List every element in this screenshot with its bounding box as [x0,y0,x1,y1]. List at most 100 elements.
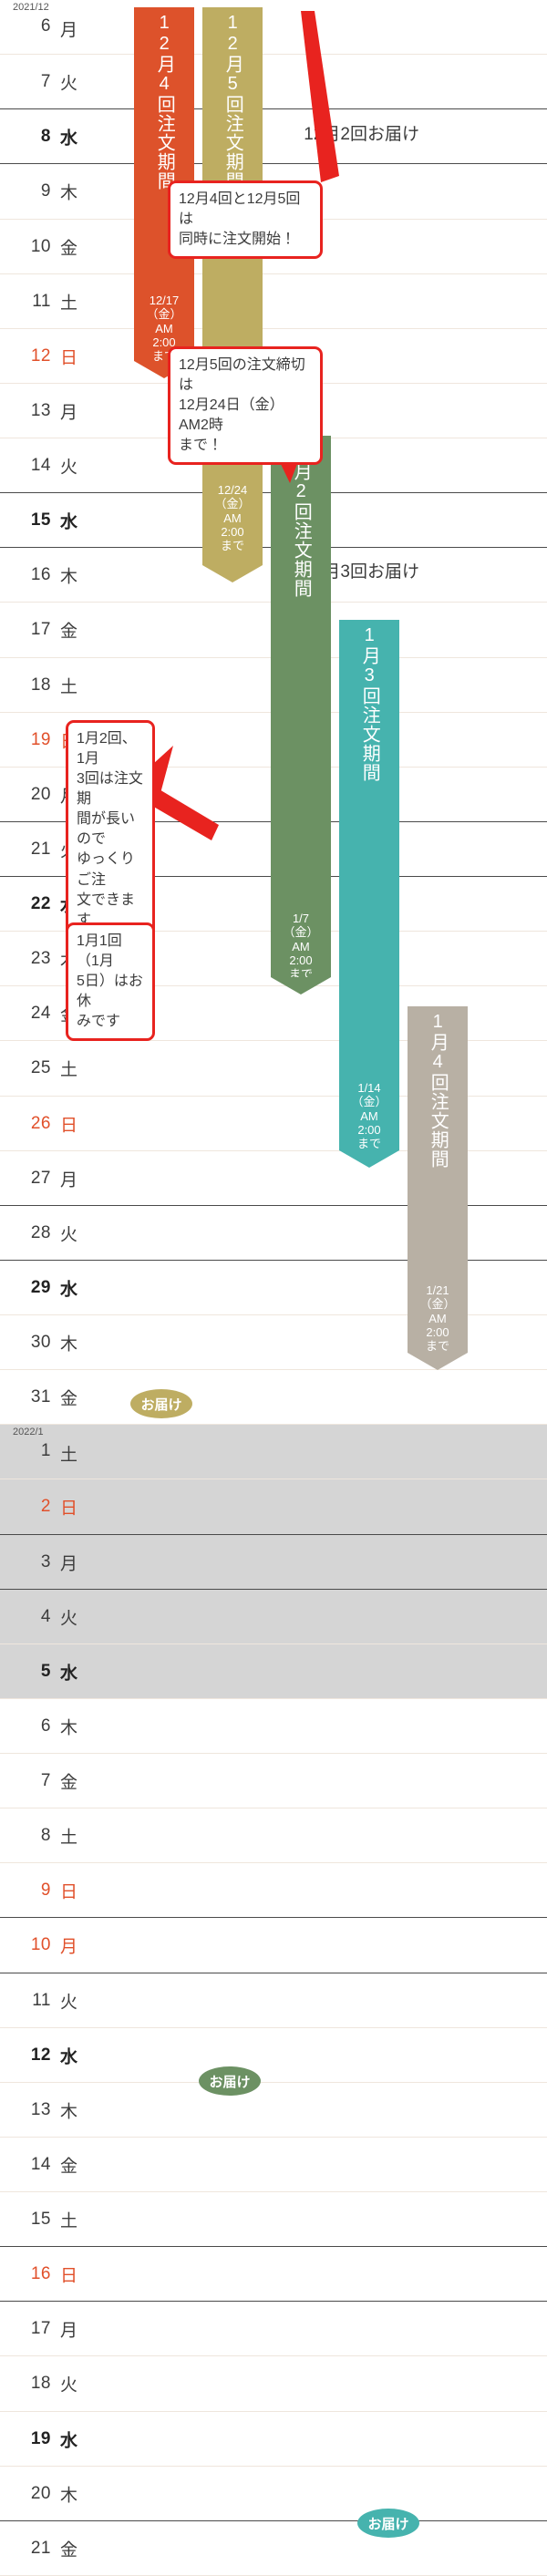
day-of-week: 火 [60,458,78,477]
day-of-week: 水 [60,512,78,531]
day-of-week: 土 [60,1828,78,1847]
callout-3-line-3: 間が長いので [77,811,136,848]
callout-3-line-4: ゆっくりご注 [77,851,136,888]
day-of-week: 月 [60,1554,78,1573]
order-deadline-dec5: 12/24 （金） AM 2:00 まで [202,483,263,553]
day-number: 1 [40,1441,51,1460]
deadline-line: 1/14 [357,1081,381,1095]
day-of-week: 月 [60,1170,78,1190]
callout-1-line-1: 12月4回と12月5回は [179,191,301,228]
callout-1-line-2: 同時に注文開始！ [179,232,296,248]
day-of-week: 木 [60,2486,78,2505]
day-number: 6 [40,1716,51,1736]
delivery-caption-dec2: 12月2回お届け [304,125,419,144]
delivery-pill-jan3-deliver: お届け [357,2509,419,2538]
day-of-week: 火 [60,2375,78,2396]
day-number: 16 [30,564,51,584]
deadline-line: AM [360,1108,378,1123]
day-of-week: 日 [60,1116,78,1135]
callout-3-line-2: 3回は注文期 [77,771,143,808]
day-number: 15 [30,510,51,530]
calendar-row: 17 月 [0,2302,547,2356]
day-of-week: 金 [60,2540,78,2560]
calendar-row: 31 金 [0,1370,547,1425]
day-number: 26 [30,1113,51,1133]
calendar-row: 2021/12 6 月 [0,0,547,55]
day-of-week: 土 [60,677,78,696]
delivery-schedule-calendar: 2021/12 6 月 7 火 8 水 9 木 10 金 11 土 12 日 13 月 14 火 15 水 16 木 17 金 1… [0,0,547,2576]
day-number: 4 [40,1606,51,1626]
calendar-row: 9日 [0,1863,547,1918]
day-number: 21 [30,839,51,859]
callout-2-line-2: 12月24日（金）AM2時 [179,397,284,434]
calendar-row: 7金 [0,1754,547,1808]
day-of-week: 土 [60,1446,78,1465]
day-number: 23 [30,948,51,968]
day-of-week: 金 [60,1389,78,1408]
callout-4-line-3: みです [77,1014,121,1030]
calendar-row: 10 月 [0,1918,547,1973]
deadline-line: AM [292,939,310,953]
calendar-row: 3月 [0,1535,547,1590]
calendar-row: 8土 [0,1808,547,1863]
day-number: 8 [40,1825,51,1845]
day-of-week: 土 [60,294,78,313]
day-number: 9 [40,181,51,201]
day-number: 20 [30,784,51,804]
order-period-bar-jan2: 1月2回注文期間 1/7 （金） AM 2:00 まで [271,436,331,994]
day-number: 7 [40,1770,51,1790]
day-of-week: 火 [60,1225,78,1244]
deadline-line: まで [220,539,244,553]
deadline-line: （金） [351,1095,387,1109]
day-of-week: 金 [60,1773,78,1792]
day-of-week: 月 [60,1937,78,1957]
day-number: 25 [30,1058,51,1077]
order-period-label-dec5: 12月5回注文期間 [222,13,243,191]
order-period-bar-jan4: 1月4回注文期間 1/21 （金） AM 2:00 まで [408,1006,468,1370]
day-number: 30 [30,1332,51,1352]
deadline-line: 1/7 [292,912,310,925]
deadline-line: 12/24 [217,483,248,497]
day-number: 24 [30,1003,51,1023]
order-period-bar-dec5: 12月5回注文期間 12/24 （金） AM 2:00 まで [202,7,263,582]
calendar-row: 7火 [0,55,547,109]
day-of-week: 木 [60,2102,78,2121]
deadline-line: AM [428,1311,447,1325]
day-of-week: 金 [60,239,78,258]
day-of-week: 木 [60,1334,78,1354]
day-of-week: 月 [60,2321,78,2340]
day-of-week: 日 [60,2266,78,2285]
order-period-label-jan3: 1月3回注文期間 [359,625,380,782]
deadline-line: （金） [146,307,182,322]
order-deadline-jan4: 1/21 （金） AM 2:00 まで [408,1283,468,1354]
day-number: 21 [30,2538,51,2558]
calendar-row: 21 金 [0,2521,547,2576]
deadline-line: 2:00 [289,953,313,967]
day-number: 8 [40,126,51,146]
order-deadline-jan3: 1/14 （金） AM 2:00 まで [339,1081,399,1151]
day-number: 2 [40,1497,51,1516]
day-of-week: 月 [60,21,78,40]
day-number: 15 [30,2209,51,2229]
deadline-line: まで [425,1339,449,1354]
day-number: 11 [32,291,51,311]
day-of-week: 火 [60,1609,78,1628]
day-number: 10 [30,236,51,256]
day-number: 20 [30,2483,51,2503]
callout-jan1-holiday: 1月1回（1月 5日）はお休 みです [66,922,155,1042]
day-of-week: 水 [60,1280,78,1299]
calendar-row: 16 日 [0,2247,547,2302]
calendar-row: 8水 [0,109,547,164]
day-number: 19 [30,2428,51,2448]
calendar-row: 14 金 [0,2138,547,2192]
day-number: 27 [30,1168,51,1188]
day-number: 11 [32,1990,51,2010]
day-number: 12 [30,2045,51,2065]
callout-simultaneous-order-start: 12月4回と12月5回は 同時に注文開始！ [168,180,323,260]
day-number: 16 [30,2263,51,2283]
day-of-week: 水 [60,2047,78,2066]
deadline-line: 2:00 [426,1324,449,1339]
callout-2-line-1: 12月5回の注文締切は [179,357,305,394]
callout-jan-long-order-period: 1月2回、1月 3回は注文期 間が長いので ゆっくりご注 文できます [66,720,155,940]
calendar-row: 13 木 [0,2083,547,2138]
